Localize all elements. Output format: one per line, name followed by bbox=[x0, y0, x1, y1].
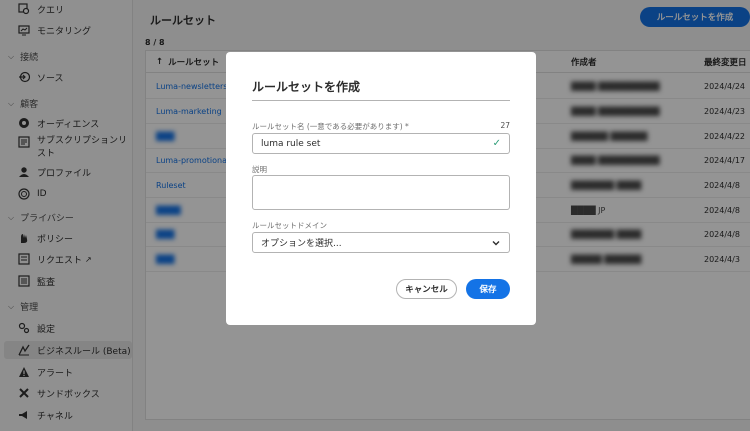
ruleset-name-value: luma rule set bbox=[261, 138, 321, 149]
ruleset-domain-label: ルールセットドメイン bbox=[252, 221, 327, 230]
dialog-divider bbox=[252, 100, 510, 101]
description-textarea[interactable] bbox=[252, 175, 510, 210]
character-count: 27 bbox=[500, 121, 510, 130]
description-label: 説明 bbox=[252, 165, 267, 174]
chevron-down-icon bbox=[491, 238, 501, 251]
cancel-button[interactable]: キャンセル bbox=[396, 279, 457, 299]
save-button[interactable]: 保存 bbox=[466, 279, 510, 299]
checkmark-icon: ✓ bbox=[492, 138, 501, 149]
ruleset-domain-select[interactable]: オプションを選択... bbox=[252, 232, 510, 253]
create-ruleset-dialog: ルールセットを作成 ルールセット名 (一意である必要があります) * 27 lu… bbox=[226, 52, 536, 325]
ruleset-domain-placeholder: オプションを選択... bbox=[261, 239, 342, 249]
dialog-title: ルールセットを作成 bbox=[252, 80, 361, 94]
ruleset-name-label: ルールセット名 (一意である必要があります) * bbox=[252, 122, 409, 131]
ruleset-name-field[interactable]: luma rule set ✓ bbox=[252, 133, 510, 154]
